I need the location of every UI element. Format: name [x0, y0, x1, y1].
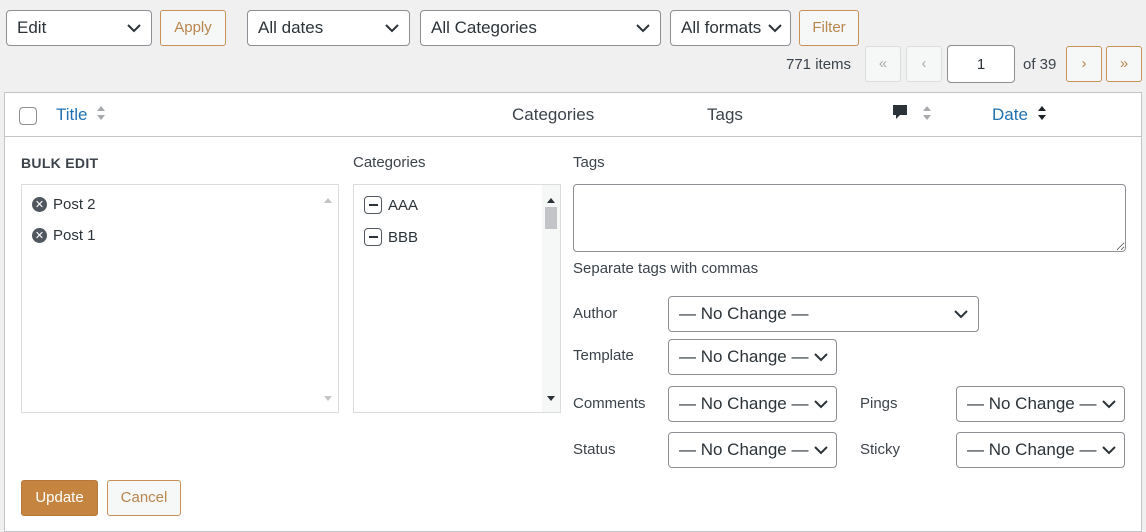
sticky-label: Sticky — [860, 441, 901, 458]
prev-page-button[interactable]: ‹ — [906, 46, 942, 82]
status-label: Status — [573, 441, 616, 458]
comment-bubble-icon — [891, 94, 909, 138]
apply-button[interactable]: Apply — [160, 10, 226, 46]
chevron-down-icon — [814, 340, 828, 374]
chevron-down-icon — [385, 11, 399, 45]
chevron-down-icon — [1102, 433, 1116, 467]
sort-icon — [96, 94, 106, 138]
total-pages: of 39 — [1023, 56, 1057, 73]
scroll-down-arrow[interactable] — [546, 389, 556, 406]
bulk-edit-heading: BULK EDIT — [21, 155, 99, 171]
pings-select[interactable]: — No Change — — [956, 386, 1125, 422]
chevron-down-icon — [127, 11, 141, 45]
formats-filter-select[interactable]: All formats — [670, 10, 791, 46]
column-title[interactable]: Title — [56, 93, 106, 137]
table-header: Title Categories Tags Date — [5, 93, 1141, 137]
scroll-up-arrow[interactable] — [546, 191, 556, 208]
indeterminate-checkbox[interactable] — [364, 228, 382, 246]
category-item[interactable]: BBB — [364, 228, 418, 246]
comments-select[interactable]: — No Change — — [668, 386, 837, 422]
column-comments[interactable] — [891, 93, 932, 137]
chevron-down-icon — [768, 11, 782, 45]
first-page-button[interactable]: « — [865, 46, 901, 82]
bulk-action-select[interactable]: Edit — [6, 10, 152, 46]
posts-table: Title Categories Tags Date BULK EDIT ✕ P… — [4, 92, 1142, 532]
chevron-down-icon — [814, 433, 828, 467]
template-label: Template — [573, 347, 634, 364]
scroll-down-arrow[interactable] — [323, 389, 333, 406]
items-count: 771 items — [786, 56, 852, 73]
dates-filter-select[interactable]: All dates — [247, 10, 410, 46]
next-page-button[interactable]: › — [1066, 46, 1102, 82]
select-all-checkbox[interactable] — [19, 107, 37, 125]
bulk-action-value: Edit — [17, 18, 47, 37]
tags-label: Tags — [573, 154, 605, 171]
list-item: ✕ Post 2 — [32, 196, 96, 213]
remove-icon[interactable]: ✕ — [32, 197, 47, 212]
sort-icon — [1037, 94, 1047, 138]
column-categories: Categories — [512, 105, 595, 124]
chevron-down-icon — [1102, 387, 1116, 421]
author-select[interactable]: — No Change — — [668, 296, 979, 332]
current-page-input[interactable] — [947, 45, 1015, 83]
scroll-thumb[interactable] — [545, 207, 557, 229]
comments-label: Comments — [573, 395, 646, 412]
list-item: ✕ Post 1 — [32, 227, 96, 244]
categories-filter-value: All Categories — [431, 18, 537, 37]
pings-label: Pings — [860, 395, 898, 412]
author-label: Author — [573, 305, 618, 322]
sticky-select[interactable]: — No Change — — [956, 432, 1125, 468]
bulk-titles-list[interactable]: ✕ Post 2 ✕ Post 1 — [21, 184, 339, 413]
chevron-down-icon — [954, 297, 968, 331]
dates-filter-value: All dates — [258, 18, 324, 37]
tags-hint: Separate tags with commas — [573, 260, 759, 277]
filter-button[interactable]: Filter — [799, 10, 859, 46]
categories-label: Categories — [353, 154, 426, 171]
sort-icon — [922, 94, 932, 138]
chevron-down-icon — [636, 11, 650, 45]
update-button[interactable]: Update — [21, 480, 98, 516]
column-date[interactable]: Date — [992, 93, 1047, 137]
indeterminate-checkbox[interactable] — [364, 196, 382, 214]
category-item[interactable]: AAA — [364, 196, 418, 214]
chevron-down-icon — [814, 387, 828, 421]
scroll-up-arrow[interactable] — [323, 191, 333, 208]
tags-textarea[interactable] — [573, 184, 1126, 252]
categories-checklist[interactable]: AAA BBB — [353, 184, 561, 413]
categories-filter-select[interactable]: All Categories — [420, 10, 661, 46]
scrollbar[interactable] — [542, 185, 560, 412]
column-tags: Tags — [707, 105, 743, 124]
formats-filter-value: All formats — [681, 18, 762, 37]
cancel-button[interactable]: Cancel — [107, 480, 181, 516]
last-page-button[interactable]: » — [1106, 46, 1142, 82]
template-select[interactable]: — No Change — — [668, 339, 837, 375]
status-select[interactable]: — No Change — — [668, 432, 837, 468]
remove-icon[interactable]: ✕ — [32, 228, 47, 243]
